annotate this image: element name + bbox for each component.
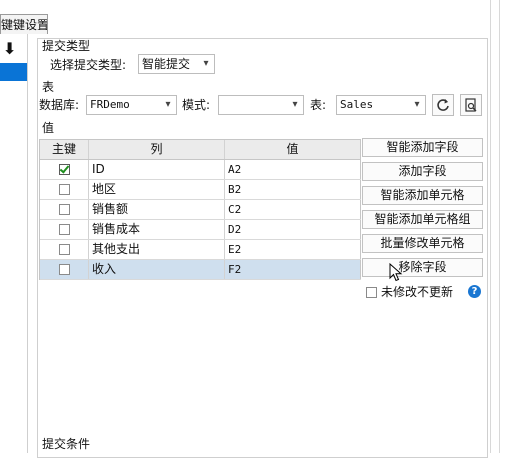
column-cell: 地区 [89,180,225,199]
no-update-unchanged-label: 未修改不更新 [381,285,454,299]
table-row[interactable]: 地区 B2 [40,180,361,200]
chevron-down-icon[interactable]: ▾ [409,96,425,114]
left-pane-selected-item[interactable] [0,63,27,81]
table-row[interactable]: 其他支出 E2 [40,240,361,260]
table-select[interactable]: Sales ▾ [336,95,426,115]
tab-settings[interactable]: 键键设置 [0,14,48,34]
remove-field-button[interactable]: 移除字段 [362,258,483,277]
table-value: Sales [340,98,374,111]
submit-type-value: 智能提交 [142,57,191,71]
table-row[interactable]: ID A2 [40,160,361,180]
values-table: 主键 列 值 ID A2 地区 B2 销售额 C2 销售成本 D2 其他支出 E… [39,139,361,280]
help-icon[interactable]: ? [468,285,481,298]
value-cell[interactable]: B2 [225,180,361,199]
primary-key-cell [40,240,89,259]
header-column[interactable]: 列 [89,140,225,159]
refresh-icon[interactable] [432,94,454,116]
submit-type-select[interactable]: 智能提交 ▾ [138,54,215,74]
values-section-label: 值 [42,121,55,135]
schema-label: 模式: [182,98,211,112]
header-value[interactable]: 值 [225,140,361,159]
preview-table-icon[interactable] [460,94,482,116]
table-row[interactable]: 销售额 C2 [40,200,361,220]
primary-key-cell [40,200,89,219]
primary-key-cell [40,260,89,279]
smart-add-cell-group-button[interactable]: 智能添加单元格组 [362,210,483,229]
database-label: 数据库: [39,98,80,112]
table-section-label: 表 [42,80,55,94]
primary-key-cell [40,180,89,199]
right-divider [490,0,491,453]
value-cell[interactable]: C2 [225,200,361,219]
value-cell[interactable]: D2 [225,220,361,239]
value-cell[interactable]: A2 [225,160,361,179]
primary-key-checkbox[interactable] [59,184,70,195]
chevron-down-icon[interactable]: ▾ [160,96,176,114]
submit-condition-section-label: 提交条件 [42,437,91,451]
move-down-icon[interactable]: ⬇ [3,41,16,57]
mouse-cursor-icon [389,263,403,282]
primary-key-checkbox[interactable] [59,224,70,235]
no-update-unchanged-checkbox[interactable] [366,287,377,298]
primary-key-checkbox[interactable] [59,244,70,255]
smart-add-field-button[interactable]: 智能添加字段 [362,138,483,157]
column-cell: ID [89,160,225,179]
table-row-selected[interactable]: 收入 F2 [40,260,361,280]
primary-key-cell [40,220,89,239]
schema-select[interactable]: ▾ [218,95,304,115]
column-cell: 销售额 [89,200,225,219]
submit-type-select-label: 选择提交类型: [50,58,127,72]
column-cell: 收入 [89,260,225,279]
submit-type-section-label: 提交类型 [42,39,91,53]
database-value: FRDemo [90,98,130,111]
table-row[interactable]: 销售成本 D2 [40,220,361,240]
left-pane [0,34,28,453]
primary-key-checkbox[interactable] [59,204,70,215]
column-cell: 其他支出 [89,240,225,259]
value-cell[interactable]: F2 [225,260,361,279]
database-select[interactable]: FRDemo ▾ [86,95,177,115]
primary-key-cell [40,160,89,179]
primary-key-checkbox[interactable] [59,164,70,175]
primary-key-checkbox[interactable] [59,264,70,275]
add-field-button[interactable]: 添加字段 [362,162,483,181]
value-cell[interactable]: E2 [225,240,361,259]
batch-modify-cell-button[interactable]: 批量修改单元格 [362,234,483,253]
table-header: 主键 列 值 [40,140,361,160]
chevron-down-icon[interactable]: ▾ [198,55,214,73]
smart-add-cell-button[interactable]: 智能添加单元格 [362,186,483,205]
column-cell: 销售成本 [89,220,225,239]
table-label: 表: [310,98,327,112]
scrollbar-track[interactable] [499,0,500,453]
chevron-down-icon[interactable]: ▾ [287,96,303,114]
header-primary-key[interactable]: 主键 [40,140,89,159]
